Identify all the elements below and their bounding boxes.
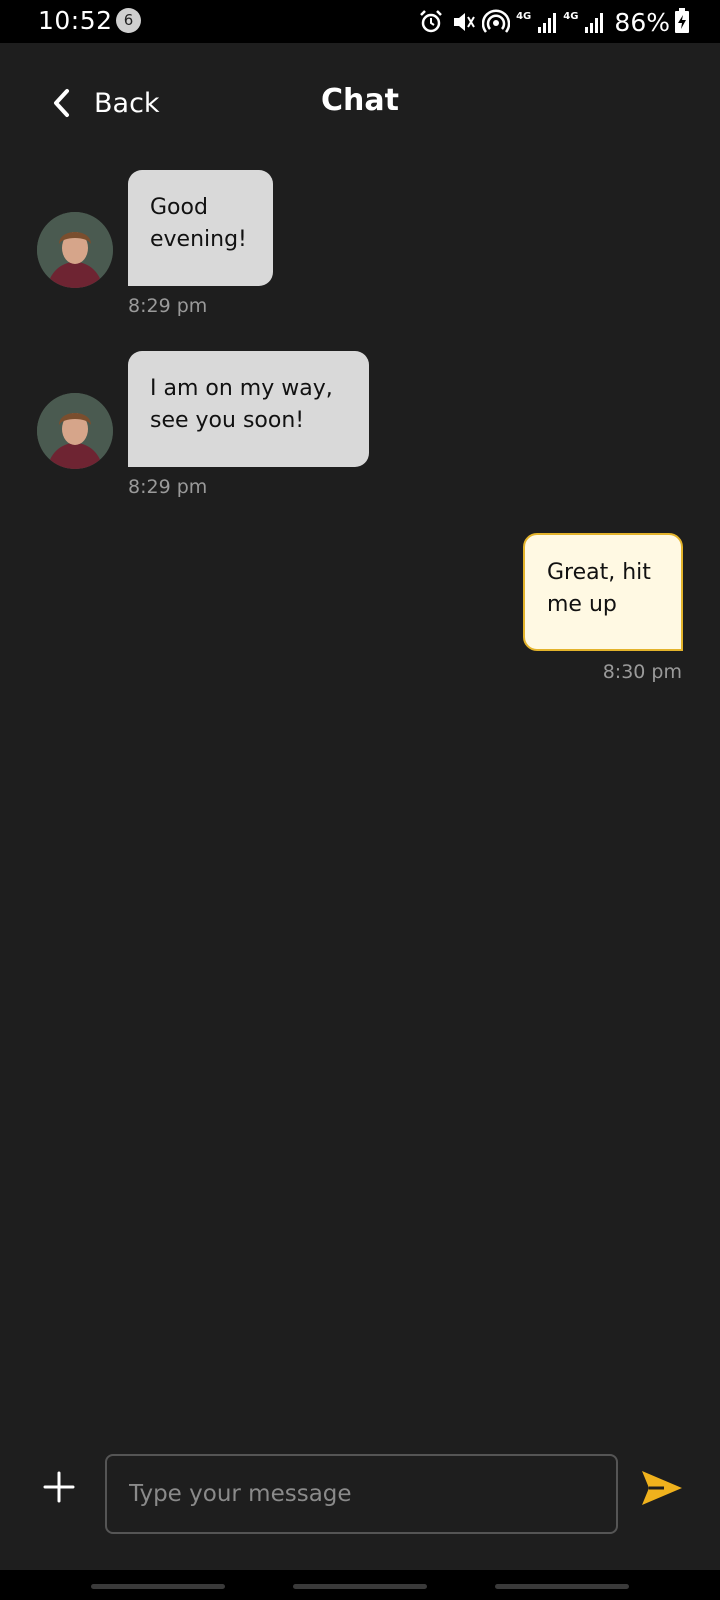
avatar[interactable] bbox=[37, 393, 113, 469]
message-text-line: evening! bbox=[150, 227, 247, 252]
message-text-line: see you soon! bbox=[150, 408, 305, 433]
nav-home-handle[interactable] bbox=[293, 1584, 427, 1589]
message-text-line: I am on my way, bbox=[150, 376, 333, 401]
message-text-line: Good bbox=[150, 195, 208, 220]
avatar-image bbox=[37, 393, 113, 469]
hotspot-icon bbox=[482, 9, 511, 33]
message-bubble[interactable]: I am on my way, see you soon! bbox=[128, 351, 369, 467]
status-bar: 10:52 6 4G 4G 86% bbox=[0, 0, 720, 43]
battery-percentage: 86% bbox=[614, 7, 670, 37]
network-type-2: 4G bbox=[563, 10, 579, 22]
avatar[interactable] bbox=[37, 212, 113, 288]
chat-screen: 10:52 6 4G 4G 86% Back Chat Good evening… bbox=[0, 0, 720, 1600]
message-input[interactable] bbox=[105, 1454, 618, 1534]
chat-header: Back Chat bbox=[0, 43, 720, 153]
avatar-image bbox=[37, 212, 113, 288]
message-bubble-outgoing[interactable]: Great, hit me up bbox=[523, 533, 683, 651]
message-time: 8:30 pm bbox=[602, 661, 682, 683]
mute-icon bbox=[454, 13, 475, 31]
send-button[interactable] bbox=[640, 1468, 684, 1508]
notification-count-badge: 6 bbox=[116, 8, 141, 33]
send-icon bbox=[642, 1471, 682, 1505]
message-time: 8:29 pm bbox=[128, 295, 208, 317]
message-text-line: Great, hit bbox=[547, 560, 651, 585]
message-text-line: me up bbox=[547, 592, 617, 617]
signal-icon bbox=[538, 13, 557, 33]
message-time: 8:29 pm bbox=[128, 476, 208, 498]
signal-icon-2 bbox=[585, 13, 604, 33]
message-bubble[interactable]: Good evening! bbox=[128, 170, 273, 286]
page-title: Chat bbox=[321, 83, 399, 118]
message-composer bbox=[0, 1440, 720, 1540]
status-time: 10:52 bbox=[38, 6, 113, 35]
status-icons: 4G 4G 86% bbox=[418, 7, 670, 37]
add-attachment-button[interactable] bbox=[40, 1468, 78, 1506]
alarm-icon bbox=[420, 10, 442, 33]
battery-charging-icon bbox=[675, 8, 689, 33]
plus-icon bbox=[43, 1471, 75, 1503]
network-type-1: 4G bbox=[516, 10, 532, 22]
nav-back-handle[interactable] bbox=[495, 1584, 629, 1589]
system-nav-bar bbox=[0, 1570, 720, 1600]
nav-recent-handle[interactable] bbox=[91, 1584, 225, 1589]
